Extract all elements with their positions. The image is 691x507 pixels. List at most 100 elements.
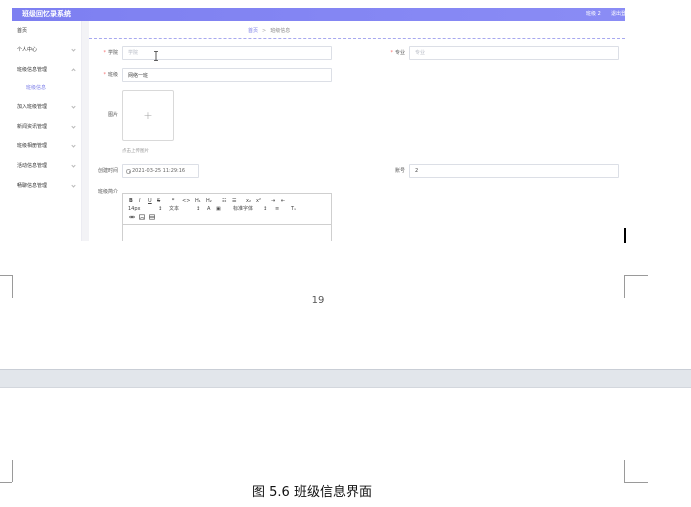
breadcrumb-home-link[interactable]: 首页	[248, 28, 258, 34]
class-label: * 班级	[89, 71, 118, 79]
figure-caption: 图 5.6 班级信息界面	[252, 485, 372, 500]
heading-1-icon[interactable]: H₁	[195, 198, 201, 204]
page-number: 19	[311, 295, 325, 306]
page-corner-mark	[12, 460, 13, 482]
sidebar-item-personal-center[interactable]: 个人中心	[17, 45, 79, 55]
subscript-icon[interactable]: x₂	[246, 198, 251, 204]
chevron-down-icon	[71, 103, 76, 109]
indent-icon[interactable]: ⇥	[271, 198, 275, 204]
page-corner-mark	[624, 482, 648, 483]
bold-icon[interactable]: B	[129, 198, 133, 204]
sidebar-item-home[interactable]: 首页	[17, 26, 79, 36]
chevron-up-icon	[71, 68, 76, 73]
image-label: 图片	[107, 112, 118, 118]
account-input[interactable]	[409, 164, 619, 178]
breadcrumb-divider	[89, 38, 625, 39]
dropdown-arrow-icon[interactable]: ↕	[196, 206, 200, 212]
app-title: 班级回忆录系统	[22, 10, 71, 18]
class-input[interactable]	[122, 68, 332, 82]
underline-icon[interactable]: U	[148, 198, 152, 204]
sidebar-item-label: 活动信息管理	[17, 163, 48, 169]
sidebar-item-label: 首页	[17, 28, 28, 34]
breadcrumb: 首页 > 班级信息	[248, 27, 290, 35]
upload-hint: 点击上传图片	[122, 149, 149, 154]
text-style-select[interactable]: 文本	[169, 206, 179, 212]
embedded-app-screenshot: 班级回忆录系统 班级 2 退出登 首页 个人中心 班级信息管理 班级信息 加入班…	[12, 8, 625, 241]
sidebar-item-album-management[interactable]: 班级相册管理	[17, 141, 79, 151]
sidebar-item-label: 班级信息	[26, 85, 47, 91]
created-at-field[interactable]	[122, 164, 199, 178]
code-block-icon[interactable]: <>	[182, 198, 190, 204]
font-size-select[interactable]: 14px	[128, 206, 141, 212]
intro-rich-text-editor: B I U S ❞ <> H₁ H₂ ☷ ☰ x₂ x² ⇥ ⇤ 14px ↕	[122, 193, 332, 241]
logout-link[interactable]: 退出登	[611, 8, 625, 21]
class-label-text: 班级	[107, 72, 118, 78]
required-marker: *	[103, 50, 106, 56]
intro-label: 班级简介	[97, 189, 118, 195]
ordered-list-icon[interactable]: ☷	[222, 198, 226, 204]
breadcrumb-current: 班级信息	[270, 28, 291, 34]
chevron-down-icon	[71, 123, 76, 129]
sidebar-item-label: 畅聊信息管理	[17, 183, 48, 189]
current-user-label[interactable]: 班级 2	[586, 8, 601, 21]
image-icon[interactable]	[139, 214, 145, 220]
sidebar-item-label: 加入班级管理	[17, 104, 48, 110]
college-label-text: 学院	[107, 50, 118, 56]
italic-icon[interactable]: I	[139, 198, 140, 204]
video-icon[interactable]	[149, 214, 155, 220]
image-upload-box[interactable]: +	[122, 90, 174, 141]
heading-2-icon[interactable]: H₂	[206, 198, 212, 204]
text-caret	[624, 228, 626, 243]
sidebar-item-label: 班级信息管理	[17, 67, 48, 73]
sidebar-item-label: 新闻资讯管理	[17, 124, 48, 130]
editor-toolbar: B I U S ❞ <> H₁ H₂ ☷ ☰ x₂ x² ⇥ ⇤ 14px ↕	[123, 194, 331, 225]
plus-icon: +	[143, 109, 153, 122]
page-corner-mark	[0, 275, 12, 276]
breadcrumb-separator: >	[262, 28, 267, 34]
sidebar-item-label: 个人中心	[17, 47, 38, 53]
page-gap	[0, 369, 691, 388]
form-card: 首页>班级信息 *学院 *专业 *班级 图片 + 点击上传图片	[89, 21, 625, 241]
chevron-down-icon	[71, 182, 76, 188]
sidebar-subitem-class-info[interactable]: 班级信息	[26, 83, 79, 93]
major-label: * 专业	[365, 49, 405, 57]
page-corner-mark	[0, 482, 12, 483]
major-input[interactable]	[409, 46, 619, 60]
main-content: 首页>班级信息 *学院 *专业 *班级 图片 + 点击上传图片	[82, 21, 625, 241]
font-color-icon[interactable]: A	[207, 206, 210, 212]
sidebar-item-chat-management[interactable]: 畅聊信息管理	[17, 181, 79, 191]
outdent-icon[interactable]: ⇤	[281, 198, 285, 204]
sidebar: 首页 个人中心 班级信息管理 班级信息 加入班级管理 新闻资讯管理 班级相册管理…	[12, 21, 82, 241]
page-corner-mark	[624, 275, 648, 276]
font-family-select[interactable]: 标准字体	[233, 206, 253, 212]
link-icon[interactable]	[129, 214, 135, 220]
background-color-icon[interactable]: ▣	[216, 206, 221, 212]
intro-editor-body[interactable]	[123, 225, 331, 241]
dropdown-arrow-icon[interactable]: ↕	[263, 206, 267, 212]
bullet-list-icon[interactable]: ☰	[232, 198, 236, 204]
dropdown-arrow-icon[interactable]: ↕	[158, 206, 162, 212]
required-marker: *	[390, 50, 393, 56]
superscript-icon[interactable]: x²	[256, 198, 261, 204]
app-header: 班级回忆录系统 班级 2 退出登	[12, 8, 625, 21]
sidebar-item-class-info-management[interactable]: 班级信息管理	[17, 65, 79, 75]
major-label-text: 专业	[394, 50, 405, 56]
mouse-ibeam-cursor-icon	[154, 51, 158, 61]
created-at-input[interactable]	[132, 165, 198, 177]
blockquote-icon[interactable]: ❞	[172, 198, 175, 204]
account-label: 账号	[394, 168, 405, 174]
page-corner-mark	[624, 275, 625, 298]
college-label: * 学院	[89, 49, 118, 57]
clock-icon	[126, 169, 131, 174]
strikethrough-icon[interactable]: S	[157, 198, 160, 204]
align-icon[interactable]: ≡	[275, 206, 279, 212]
created-at-label: 创建时间	[97, 168, 118, 174]
chevron-down-icon	[71, 162, 76, 168]
sidebar-item-news-management[interactable]: 新闻资讯管理	[17, 122, 79, 132]
page-corner-mark	[624, 460, 625, 482]
sidebar-item-join-class-management[interactable]: 加入班级管理	[17, 102, 79, 112]
chevron-down-icon	[71, 142, 76, 148]
chevron-down-icon	[71, 46, 76, 52]
sidebar-item-activity-management[interactable]: 活动信息管理	[17, 161, 79, 171]
clear-format-icon[interactable]: Tₓ	[291, 206, 296, 212]
